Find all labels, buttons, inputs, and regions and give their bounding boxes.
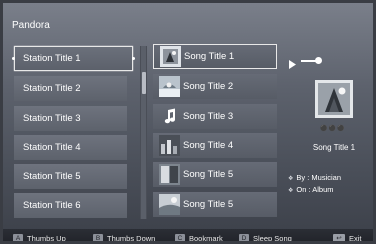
- selection-marker: [12, 57, 15, 60]
- scrollbar-thumb[interactable]: [142, 72, 146, 94]
- station-scrollbar[interactable]: [140, 46, 147, 219]
- bookmark-button[interactable]: C Bookmark: [175, 234, 223, 243]
- pandora-screen: Pandora Station Title 1 Station Title 2 …: [0, 0, 376, 244]
- song-label: Song Title 5: [183, 169, 234, 180]
- song-item-6[interactable]: Song Title 5: [153, 192, 277, 217]
- album-thumb-icon: [159, 164, 180, 185]
- album-art: [315, 80, 353, 118]
- station-label: Station Title 4: [23, 142, 81, 153]
- album-thumb-icon: [159, 76, 180, 97]
- play-icon[interactable]: [288, 56, 297, 74]
- artist-text: By : Musician: [296, 173, 341, 182]
- station-item-1[interactable]: Station Title 1: [12, 46, 135, 71]
- station-item-2[interactable]: Station Title 2: [14, 76, 127, 101]
- thumbs-down-button[interactable]: B Thumbs Down: [93, 234, 156, 243]
- progress-handle[interactable]: [315, 57, 322, 64]
- song-label: Song Title 1: [184, 51, 235, 62]
- key-b-icon: B: [93, 234, 103, 241]
- exit-button[interactable]: ↩ Exit: [333, 234, 362, 243]
- song-item-1[interactable]: Song Title 1: [153, 44, 277, 69]
- now-playing-title: Song Title 1: [312, 143, 356, 152]
- thumbs-up-label: Thumbs Up: [27, 234, 66, 243]
- bullet-icon: ❖: [288, 176, 294, 182]
- exit-label: Exit: [349, 234, 362, 243]
- album-line: ❖ On : Album: [288, 185, 334, 194]
- key-a-icon: A: [13, 234, 23, 241]
- song-item-2[interactable]: Song Title 2: [153, 74, 277, 99]
- bookmark-label: Bookmark: [189, 234, 223, 243]
- album-thumb-icon: [160, 46, 181, 67]
- app-title: Pandora: [12, 20, 50, 31]
- sleep-song-label: Sleep Song: [253, 234, 292, 243]
- music-note-icon: [159, 106, 180, 127]
- song-item-3[interactable]: Song Title 3: [153, 104, 277, 129]
- return-icon: ↩: [333, 234, 345, 241]
- song-label: Song Title 5: [183, 199, 234, 210]
- station-item-6[interactable]: Station Title 6: [14, 193, 127, 218]
- artist-line: ❖ By : Musician: [288, 173, 341, 182]
- station-label: Station Title 6: [23, 200, 81, 211]
- station-label: Station Title 5: [23, 171, 81, 182]
- key-c-icon: C: [175, 234, 185, 241]
- thumbs-down-label: Thumbs Down: [107, 234, 156, 243]
- song-label: Song Title 3: [183, 111, 234, 122]
- station-list: Station Title 1 Station Title 2 Station …: [12, 46, 142, 218]
- song-item-4[interactable]: Song Title 4: [153, 133, 277, 158]
- selection-marker: [132, 57, 135, 60]
- sleep-song-button[interactable]: D Sleep Song: [239, 234, 292, 243]
- station-label: Station Title 3: [23, 113, 81, 124]
- station-item-5[interactable]: Station Title 5: [14, 164, 127, 189]
- song-label: Song Title 4: [183, 140, 234, 151]
- album-text: On : Album: [296, 185, 334, 194]
- album-thumb-icon: [159, 135, 180, 156]
- station-item-3[interactable]: Station Title 3: [14, 106, 127, 131]
- song-item-5[interactable]: Song Title 5: [153, 162, 277, 187]
- key-d-icon: D: [239, 234, 249, 241]
- bullet-icon: ❖: [288, 188, 294, 194]
- station-label: Station Title 1: [23, 53, 81, 64]
- station-item-4[interactable]: Station Title 4: [14, 135, 127, 160]
- song-label: Song Title 2: [183, 81, 234, 92]
- button-guide-bar: A Thumbs Up B Thumbs Down C Bookmark D S…: [3, 229, 373, 243]
- rating-icons: ⚫⚫⚫: [320, 126, 346, 132]
- song-list: Song Title 1 Song Title 2 Song Title 3 S…: [153, 44, 277, 219]
- album-thumb-icon: [159, 194, 180, 215]
- station-label: Station Title 2: [23, 83, 81, 94]
- thumbs-up-button[interactable]: A Thumbs Up: [13, 234, 66, 243]
